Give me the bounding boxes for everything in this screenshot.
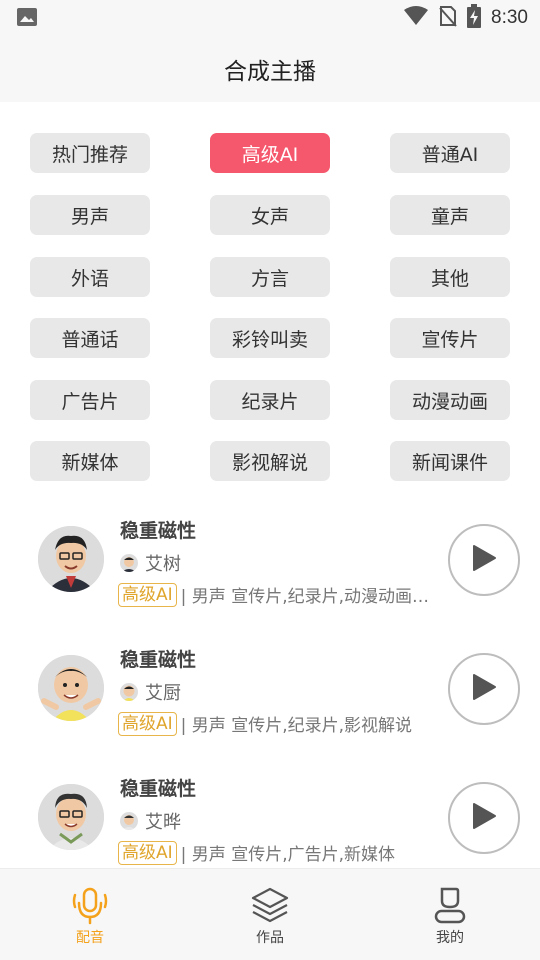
tag-foreign[interactable]: 外语	[30, 257, 150, 297]
tag-label: 方言	[250, 267, 289, 290]
voice-meta: 高级AI | 男声 宣传片,纪录片,影视解说	[118, 711, 448, 736]
status-time: 8:30	[491, 7, 528, 28]
voice-author: 艾厨	[120, 679, 181, 705]
author-avatar	[120, 683, 138, 701]
author-name: 艾晔	[145, 812, 181, 833]
tag-label: 新媒体	[61, 451, 119, 474]
tab-label: 配音	[76, 930, 104, 946]
tag-label: 高级AI	[241, 143, 299, 166]
voice-meta: 高级AI | 男声 宣传片,纪录片,动漫动画…	[118, 582, 448, 607]
tab-label: 我的	[436, 930, 464, 946]
tag-label: 热门推荐	[51, 143, 128, 166]
page-title: 合成主播	[224, 59, 316, 85]
layers-icon	[250, 885, 290, 925]
bottom-tab-bar: 配音 作品 我的	[0, 868, 540, 960]
tab-label: 作品	[256, 930, 284, 946]
author-avatar	[120, 812, 138, 830]
tag-label: 新闻课件	[411, 451, 488, 474]
tag-documentary[interactable]: 纪录片	[210, 380, 330, 420]
tag-mandarin[interactable]: 普通话	[30, 318, 150, 358]
tag-label: 其他	[430, 267, 469, 290]
tab-dubbing[interactable]: 配音	[30, 869, 150, 960]
status-bar: 8:30	[0, 0, 540, 36]
tag-ringtone[interactable]: 彩铃叫卖	[210, 318, 330, 358]
voice-item[interactable]: 稳重磁性 艾厨 高级AI | 男声 宣传片,纪录片,影视解说	[0, 629, 540, 749]
tag-other[interactable]: 其他	[390, 257, 510, 297]
battery-charging-icon	[467, 4, 482, 32]
voice-author: 艾树	[120, 550, 181, 576]
tag-label: 普通话	[61, 328, 119, 351]
tab-works[interactable]: 作品	[210, 869, 330, 960]
voice-title: 稳重磁性	[120, 778, 197, 800]
tag-male[interactable]: 男声	[30, 195, 150, 235]
voice-title: 稳重磁性	[120, 649, 197, 671]
tag-promo[interactable]: 宣传片	[390, 318, 510, 358]
tag-ad[interactable]: 广告片	[30, 380, 150, 420]
level-badge: 高级AI	[118, 711, 177, 736]
tag-label: 女声	[250, 205, 289, 228]
voice-item[interactable]: 稳重磁性 艾晔 高级AI | 男声 宣传片,广告片,新媒体	[0, 758, 540, 878]
avatar	[38, 655, 104, 721]
avatar	[38, 784, 104, 850]
voice-item[interactable]: 稳重磁性 艾树 高级AI | 男声 宣传片,纪录片,动漫动画…	[0, 500, 540, 620]
tag-label: 彩铃叫卖	[231, 328, 308, 351]
microphone-icon	[70, 885, 110, 925]
play-icon	[471, 673, 497, 705]
tag-hot-recommend[interactable]: 热门推荐	[30, 133, 150, 173]
tag-label: 外语	[70, 267, 109, 290]
tag-label: 影视解说	[231, 451, 308, 474]
tag-animation[interactable]: 动漫动画	[390, 380, 510, 420]
category-tags: 热门推荐 高级AI 普通AI 男声 女声 童声 外语 方言 其他 普通话 彩铃叫…	[0, 102, 540, 492]
tag-label: 动漫动画	[411, 390, 488, 413]
author-name: 艾树	[145, 554, 181, 575]
avatar	[38, 526, 104, 592]
play-icon	[471, 802, 497, 834]
voice-author: 艾晔	[120, 808, 181, 834]
level-badge: 高级AI	[118, 840, 177, 865]
tag-film-commentary[interactable]: 影视解说	[210, 441, 330, 481]
tag-label: 宣传片	[421, 328, 479, 351]
tag-label: 童声	[430, 205, 469, 228]
header: 合成主播	[0, 36, 540, 102]
tag-label: 广告片	[61, 390, 119, 413]
voice-description: | 男声 宣传片,纪录片,影视解说	[180, 716, 412, 736]
voice-description: | 男声 宣传片,广告片,新媒体	[180, 845, 395, 865]
play-button[interactable]	[448, 524, 520, 596]
author-avatar	[120, 554, 138, 572]
tag-label: 纪录片	[241, 390, 299, 413]
play-button[interactable]	[448, 653, 520, 725]
user-icon	[430, 885, 470, 925]
wifi-icon	[403, 6, 429, 30]
voice-meta: 高级AI | 男声 宣传片,广告片,新媒体	[118, 840, 448, 865]
tag-child[interactable]: 童声	[390, 195, 510, 235]
tag-female[interactable]: 女声	[210, 195, 330, 235]
tag-news-courseware[interactable]: 新闻课件	[390, 441, 510, 481]
image-notification-icon	[16, 7, 38, 27]
tab-mine[interactable]: 我的	[390, 869, 510, 960]
no-sim-icon	[439, 5, 457, 31]
tag-dialect[interactable]: 方言	[210, 257, 330, 297]
tag-label: 男声	[70, 205, 109, 228]
author-name: 艾厨	[145, 683, 181, 704]
tag-advanced-ai[interactable]: 高级AI	[210, 133, 330, 173]
level-badge: 高级AI	[118, 582, 177, 607]
play-icon	[471, 544, 497, 576]
tag-label: 普通AI	[421, 143, 479, 166]
voice-description: | 男声 宣传片,纪录片,动漫动画…	[180, 587, 429, 607]
play-button[interactable]	[448, 782, 520, 854]
voice-title: 稳重磁性	[120, 520, 197, 542]
tag-new-media[interactable]: 新媒体	[30, 441, 150, 481]
tag-normal-ai[interactable]: 普通AI	[390, 133, 510, 173]
